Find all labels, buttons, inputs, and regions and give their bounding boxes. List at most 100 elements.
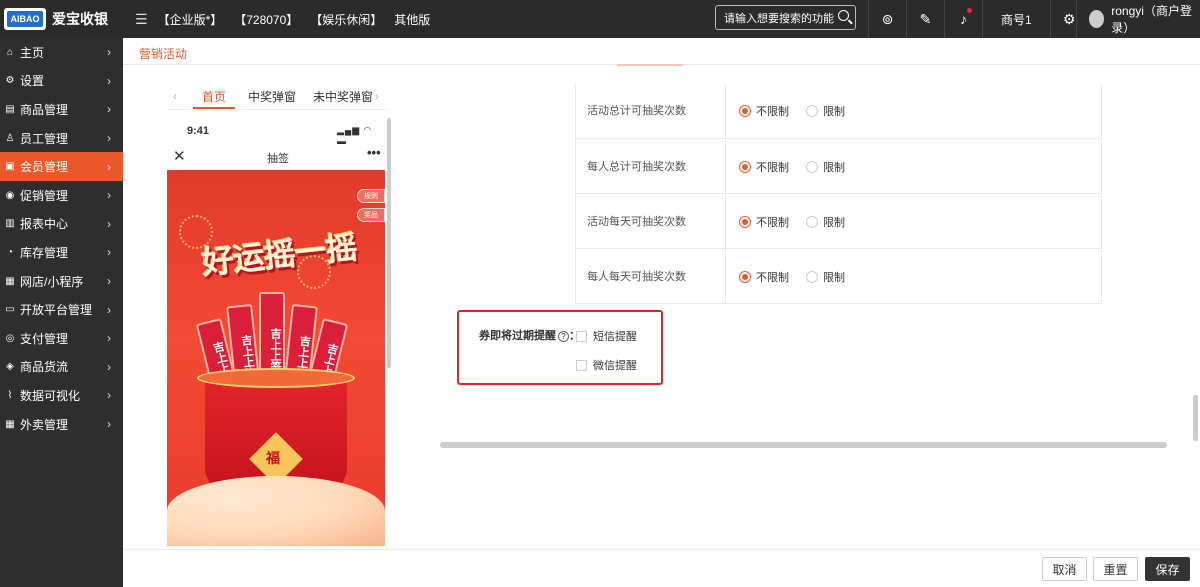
reset-button[interactable]: 重置 bbox=[1093, 557, 1138, 581]
active-tab-indicator bbox=[193, 107, 235, 109]
menu-toggle-icon[interactable]: ☰ bbox=[135, 11, 148, 28]
radio-button[interactable] bbox=[806, 271, 818, 283]
limit-radio-group: 不限制 限制 bbox=[739, 103, 862, 119]
pay-icon: ◎ bbox=[5, 332, 15, 344]
shop-icon: ▦ bbox=[5, 275, 15, 287]
preview-tabs: ‹ 首页 中奖弹窗 未中奖弹窗 › bbox=[167, 85, 390, 110]
vertical-scrollbar[interactable] bbox=[1193, 395, 1198, 441]
tag-industry: 【娱乐休闲】 bbox=[310, 12, 383, 27]
checkbox-icon[interactable] bbox=[576, 359, 587, 371]
preview-scrollbar[interactable] bbox=[387, 118, 391, 368]
sidebar-item-chart[interactable]: ⌇ 数据可视化 › bbox=[0, 381, 123, 410]
bell-icon[interactable]: ♪ bbox=[944, 0, 982, 38]
radio-label[interactable]: 不限制 bbox=[756, 214, 789, 230]
sidebar-item-label: 商品货流 bbox=[20, 360, 69, 375]
store-name[interactable]: 商号1 bbox=[982, 0, 1050, 38]
edit-icon[interactable]: ✎ bbox=[906, 0, 944, 38]
top-actions: ⊚ ✎ ♪ 商号1 ⚙ bbox=[868, 0, 1088, 38]
sidebar-item-inventory[interactable]: ◔ 库存管理 › bbox=[0, 238, 123, 267]
user-menu[interactable]: rongyi（商户登录） bbox=[1076, 0, 1200, 38]
version-tags: 【企业版*】 【728070】 【娱乐休闲】 其他版 bbox=[158, 11, 443, 28]
chevron-right-icon: › bbox=[107, 417, 111, 432]
sidebar-item-takeout[interactable]: ▦ 外卖管理 › bbox=[0, 410, 123, 439]
sidebar-item-logistics[interactable]: ◈ 商品货流 › bbox=[0, 353, 123, 382]
preview-tab-win[interactable]: 中奖弹窗 bbox=[248, 88, 296, 105]
sidebar-item-goods[interactable]: ▤ 商品管理 › bbox=[0, 95, 123, 124]
sidebar-item-member[interactable]: ▣ 会员管理 › bbox=[0, 152, 123, 181]
rules-button: 规则 bbox=[357, 189, 385, 203]
sidebar-item-label: 会员管理 bbox=[20, 160, 69, 175]
radio-label[interactable]: 不限制 bbox=[756, 159, 789, 175]
limit-radio-group: 不限制 限制 bbox=[739, 159, 862, 175]
sidebar-item-label: 主页 bbox=[20, 45, 45, 60]
sidebar-item-pay[interactable]: ◎ 支付管理 › bbox=[0, 324, 123, 353]
preview-tab-home[interactable]: 首页 bbox=[202, 88, 226, 105]
save-button[interactable]: 保存 bbox=[1145, 557, 1190, 581]
sidebar-item-shop[interactable]: ▦ 网店/小程序 › bbox=[0, 267, 123, 296]
settings-row: 活动每天可抽奖次数 不限制 限制 bbox=[576, 193, 1101, 248]
gear-icon: ⚙ bbox=[5, 75, 15, 87]
chevron-right-icon: › bbox=[107, 302, 111, 317]
radio-button[interactable] bbox=[806, 216, 818, 228]
phone-status-bar: 9:41 ▂▄▆ ◠ ▬ bbox=[167, 121, 385, 146]
sidebar-item-staff[interactable]: ♙ 员工管理 › bbox=[0, 124, 123, 153]
takeout-icon: ▦ bbox=[5, 418, 15, 430]
draw-limit-settings: 活动总计可抽奖次数 不限制 限制 每人总计可抽奖次数 不限制 限制 活动每天可抽奖次数 不限制… bbox=[575, 83, 1102, 304]
question-icon[interactable]: ? bbox=[558, 331, 569, 342]
chevron-right-icon: › bbox=[107, 131, 111, 146]
radio-button[interactable] bbox=[739, 105, 751, 117]
preview-tab-lose[interactable]: 未中奖弹窗 bbox=[313, 88, 373, 105]
tag-account: 【728070】 bbox=[234, 12, 299, 27]
settings-row-label: 每人每天可抽奖次数 bbox=[576, 249, 726, 303]
feature-search-input[interactable]: 请输入想要搜索的功能 bbox=[715, 5, 856, 30]
radio-label[interactable]: 限制 bbox=[823, 269, 845, 285]
chevron-left-icon[interactable]: ‹ bbox=[173, 91, 177, 103]
sms-reminder-checkbox[interactable]: 短信提醒 bbox=[576, 328, 637, 344]
brand-name: 爱宝收银 bbox=[52, 11, 108, 27]
horizontal-scrollbar[interactable] bbox=[440, 442, 1167, 448]
top-bar: AIBAO 爱宝收银 ☰ 【企业版*】 【728070】 【娱乐休闲】 其他版 … bbox=[0, 0, 1200, 38]
chevron-right-icon: › bbox=[107, 45, 111, 60]
radio-label[interactable]: 限制 bbox=[823, 214, 845, 230]
phone-page-title: 抽签 bbox=[267, 153, 289, 165]
radio-button[interactable] bbox=[806, 161, 818, 173]
page-title[interactable]: 营销活动 bbox=[139, 45, 187, 62]
close-icon: ✕ bbox=[173, 148, 186, 165]
sidebar-item-report[interactable]: ▥ 报表中心 › bbox=[0, 210, 123, 239]
radio-button[interactable] bbox=[806, 105, 818, 117]
help-icon[interactable]: ⊚ bbox=[868, 0, 906, 38]
platform-icon: ▭ bbox=[5, 304, 15, 316]
chevron-right-icon[interactable]: › bbox=[375, 91, 379, 103]
sidebar-item-home[interactable]: ⌂ 主页 › bbox=[0, 38, 123, 67]
settings-row-label: 活动总计可抽奖次数 bbox=[576, 83, 726, 137]
settings-row-label: 每人总计可抽奖次数 bbox=[576, 139, 726, 193]
chevron-right-icon: › bbox=[107, 188, 111, 203]
sidebar-item-gear[interactable]: ⚙ 设置 › bbox=[0, 67, 123, 96]
wechat-reminder-checkbox[interactable]: 微信提醒 bbox=[576, 357, 637, 373]
report-icon: ▥ bbox=[5, 218, 15, 230]
radio-button[interactable] bbox=[739, 271, 751, 283]
sidebar-item-promo[interactable]: ◉ 促销管理 › bbox=[0, 181, 123, 210]
sidebar-item-label: 网店/小程序 bbox=[20, 274, 84, 289]
inventory-icon: ◔ bbox=[6, 246, 14, 258]
checkbox-icon[interactable] bbox=[576, 330, 587, 342]
tag-other[interactable]: 其他版 bbox=[394, 11, 430, 28]
radio-button[interactable] bbox=[739, 216, 751, 228]
sidebar-item-label: 促销管理 bbox=[20, 188, 69, 203]
sidebar-item-label: 员工管理 bbox=[20, 131, 69, 146]
sidebar-item-platform[interactable]: ▭ 开放平台管理 › bbox=[0, 295, 123, 324]
member-icon: ▣ bbox=[5, 161, 15, 173]
goods-icon: ▤ bbox=[5, 103, 15, 115]
cancel-button[interactable]: 取消 bbox=[1042, 557, 1087, 581]
chevron-right-icon: › bbox=[107, 331, 111, 346]
phone-time: 9:41 bbox=[187, 125, 210, 137]
radio-label[interactable]: 不限制 bbox=[756, 103, 789, 119]
radio-button[interactable] bbox=[739, 161, 751, 173]
brand-logo[interactable]: AIBAO 爱宝收银 bbox=[0, 0, 123, 38]
radio-label[interactable]: 不限制 bbox=[756, 269, 789, 285]
sidebar-item-label: 开放平台管理 bbox=[20, 303, 93, 318]
radio-label[interactable]: 限制 bbox=[823, 103, 845, 119]
signal-battery-icon: ▂▄▆ ◠ ▬ bbox=[337, 125, 372, 146]
search-icon[interactable] bbox=[838, 10, 849, 21]
radio-label[interactable]: 限制 bbox=[823, 159, 845, 175]
